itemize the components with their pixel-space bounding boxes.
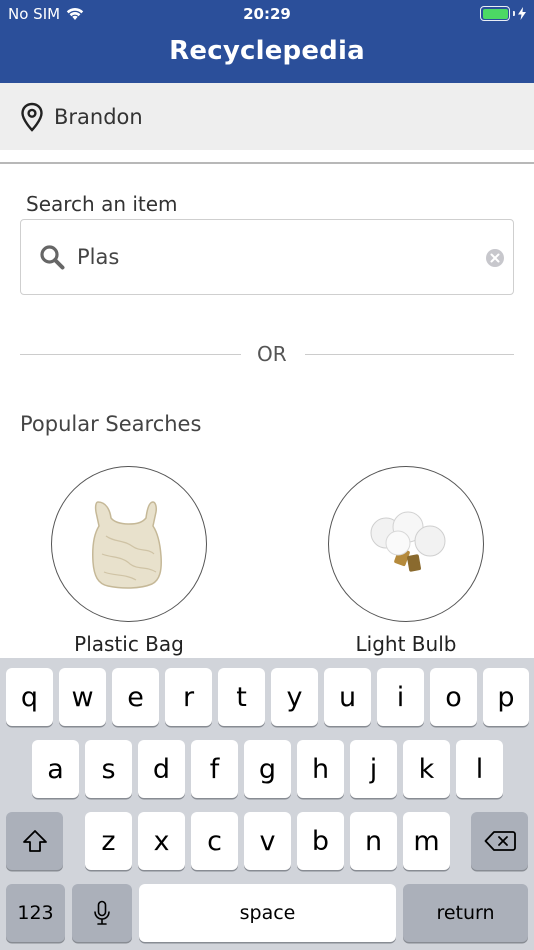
key-c[interactable]: c [191,812,238,870]
status-bar: No SIM 20:29 [0,0,534,28]
key-i[interactable]: i [377,668,424,726]
key-v[interactable]: v [244,812,291,870]
clear-search-button[interactable] [486,249,504,267]
key-j[interactable]: j [350,740,397,798]
return-key[interactable]: return [403,884,528,942]
status-time: 20:29 [243,5,291,23]
key-e[interactable]: e [112,668,159,726]
key-y[interactable]: y [271,668,318,726]
key-o[interactable]: o [430,668,477,726]
key-r[interactable]: r [165,668,212,726]
light-bulb-icon [370,511,446,572]
charging-bolt-icon [518,7,526,20]
search-label: Search an item [26,192,178,216]
location-label: Brandon [54,104,143,129]
popular-item-light-bulb[interactable]: Light Bulb [328,466,484,656]
key-b[interactable]: b [297,812,344,870]
popular-item-plastic-bag[interactable]: Plastic Bag [51,466,207,656]
key-d[interactable]: d [138,740,185,798]
or-line-left [20,354,241,355]
key-g[interactable]: g [244,740,291,798]
battery-icon [480,6,526,21]
popular-item-label: Plastic Bag [74,632,184,656]
key-z[interactable]: z [85,812,132,870]
key-f[interactable]: f [191,740,238,798]
key-p[interactable]: p [483,668,529,726]
key-x[interactable]: x [138,812,185,870]
or-label: OR [257,342,287,366]
delete-key[interactable] [471,812,528,870]
space-key[interactable]: space [139,884,396,942]
popular-searches-title: Popular Searches [20,412,202,436]
key-h[interactable]: h [297,740,344,798]
key-s[interactable]: s [85,740,132,798]
plastic-bag-icon [92,501,162,589]
key-n[interactable]: n [350,812,397,870]
or-line-right [305,354,514,355]
key-q[interactable]: q [6,668,53,726]
search-input[interactable]: Plas [20,219,514,295]
light-bulb-image [328,466,484,622]
microphone-icon [94,900,110,925]
map-pin-icon [21,102,43,132]
app-header: No SIM 20:29 Recyclepedia [0,0,534,83]
key-t[interactable]: t [218,668,265,726]
shift-icon [22,830,47,852]
dictation-key[interactable] [72,884,132,942]
key-k[interactable]: k [403,740,450,798]
plastic-bag-image [51,466,207,622]
page-title: Recyclepedia [169,36,365,66]
popular-item-label: Light Bulb [355,632,457,656]
close-icon [490,253,500,263]
keyboard: q w e r t y u i o p a s d f g h j k l z … [0,658,534,950]
section-divider [0,162,534,164]
key-a[interactable]: a [32,740,79,798]
shift-key[interactable] [6,812,63,870]
key-l[interactable]: l [456,740,503,798]
location-selector[interactable]: Brandon [0,83,534,150]
search-icon [40,245,65,270]
key-w[interactable]: w [59,668,106,726]
or-separator: OR [20,340,514,370]
search-value: Plas [77,245,120,269]
key-u[interactable]: u [324,668,371,726]
key-m[interactable]: m [403,812,450,870]
backspace-icon [484,831,516,851]
numbers-key[interactable]: 123 [6,884,65,942]
